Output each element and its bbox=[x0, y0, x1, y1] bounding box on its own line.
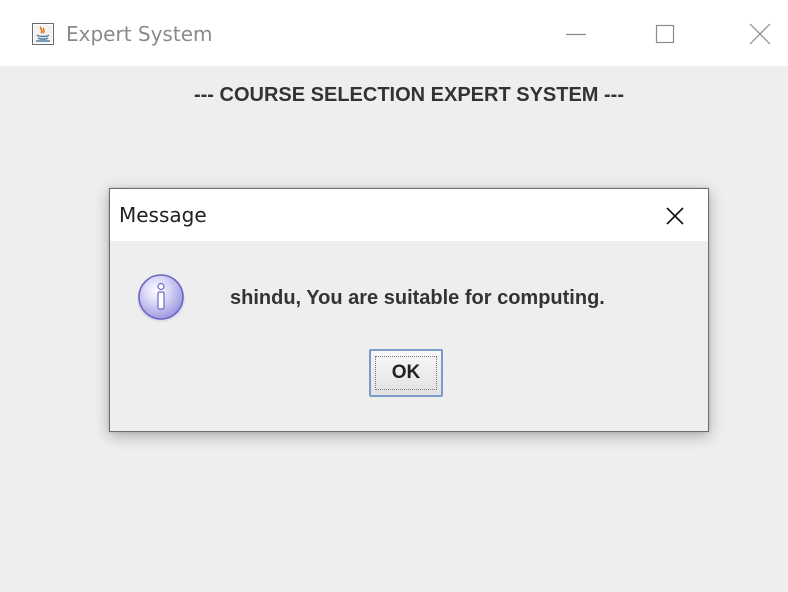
maximize-button[interactable] bbox=[646, 18, 686, 50]
ok-button[interactable]: OK bbox=[369, 349, 443, 397]
window-close-button[interactable] bbox=[742, 18, 782, 50]
maximize-icon bbox=[655, 24, 675, 44]
dialog-titlebar[interactable]: Message bbox=[110, 189, 708, 241]
info-icon bbox=[134, 271, 188, 325]
close-icon bbox=[749, 23, 771, 45]
minimize-button[interactable] bbox=[556, 18, 596, 50]
focus-indicator bbox=[375, 356, 437, 390]
expert-system-window: Expert System --- COURSE SELECTION EXPER… bbox=[0, 0, 788, 592]
page-heading: --- COURSE SELECTION EXPERT SYSTEM --- bbox=[193, 84, 625, 106]
close-icon bbox=[666, 207, 684, 225]
window-title: Expert System bbox=[66, 22, 213, 46]
java-app-icon bbox=[32, 23, 54, 45]
message-dialog: Message shindu, You are suitable for com… bbox=[109, 188, 709, 432]
dialog-title: Message bbox=[119, 203, 207, 227]
dialog-message: shindu, You are suitable for computing. bbox=[230, 287, 605, 309]
window-titlebar[interactable]: Expert System bbox=[0, 0, 788, 66]
dialog-close-button[interactable] bbox=[660, 201, 690, 231]
minimize-icon bbox=[566, 33, 586, 36]
